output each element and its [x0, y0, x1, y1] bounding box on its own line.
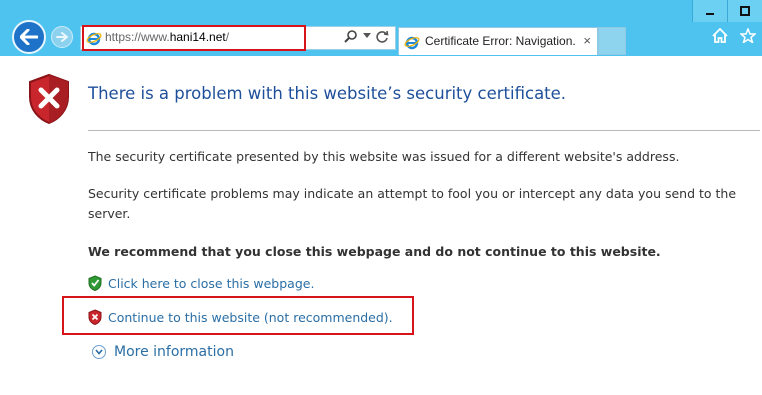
- browser-chrome: https://www.hani14.net/ Certificate Erro…: [0, 0, 762, 56]
- minimize-icon: [706, 13, 714, 15]
- url-suffix: /: [225, 30, 230, 44]
- continue-to-website-link[interactable]: Continue to this website (not recommende…: [108, 310, 393, 325]
- paragraph-warning: Security certificate problems may indica…: [88, 186, 737, 221]
- tab-close-button[interactable]: ×: [583, 33, 591, 48]
- maximize-icon: [740, 6, 750, 16]
- continue-row: Continue to this website (not recommende…: [88, 309, 393, 325]
- back-arrow-icon: [20, 29, 38, 45]
- maximize-button[interactable]: [727, 0, 762, 22]
- url-text[interactable]: https://www.hani14.net/: [105, 30, 229, 44]
- search-icon[interactable]: [344, 29, 358, 43]
- more-information-link[interactable]: More information: [114, 344, 234, 360]
- divider: [88, 130, 760, 131]
- address-tools: [344, 29, 389, 43]
- star-icon[interactable]: [740, 28, 756, 43]
- new-tab-button[interactable]: [598, 27, 626, 55]
- forward-button[interactable]: [51, 26, 73, 48]
- ie-logo-icon: [86, 32, 102, 46]
- paragraph-address-mismatch: The security certificate presented by th…: [88, 149, 680, 164]
- refresh-icon[interactable]: [376, 30, 389, 43]
- green-shield-icon: [88, 275, 102, 291]
- chevron-down-icon: [92, 345, 106, 359]
- forward-arrow-icon: [56, 32, 68, 42]
- page-title: There is a problem with this website’s s…: [88, 84, 567, 103]
- recommendation-text: We recommend that you close this webpage…: [88, 244, 661, 259]
- ie-logo-icon: [404, 36, 420, 50]
- url-domain: hani14.net: [169, 30, 226, 44]
- close-webpage-link[interactable]: Click here to close this webpage.: [108, 276, 314, 291]
- red-shield-icon: [88, 309, 102, 325]
- red-shield-icon: [29, 73, 69, 125]
- minimize-button[interactable]: [692, 0, 727, 22]
- home-icon[interactable]: [712, 28, 728, 43]
- more-information-row[interactable]: More information: [92, 344, 234, 360]
- close-webpage-row: Click here to close this webpage.: [88, 275, 314, 291]
- page-content: There is a problem with this website’s s…: [10, 56, 762, 395]
- address-bar[interactable]: https://www.hani14.net/: [80, 25, 396, 51]
- tab-certificate-error[interactable]: Certificate Error: Navigation... ×: [398, 27, 598, 55]
- window-controls: [692, 0, 762, 22]
- toolbar-right: [712, 28, 756, 43]
- tab-title: Certificate Error: Navigation...: [425, 34, 575, 48]
- back-button[interactable]: [12, 20, 46, 54]
- url-prefix: https://www.: [105, 30, 170, 44]
- dropdown-icon[interactable]: [363, 33, 371, 39]
